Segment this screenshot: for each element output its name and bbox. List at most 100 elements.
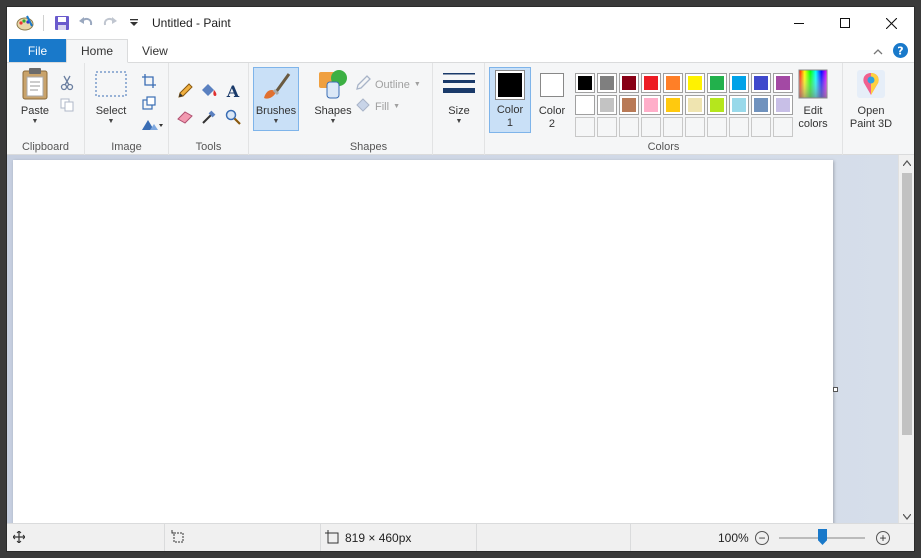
palette-swatch-fill	[578, 76, 592, 90]
palette-swatch[interactable]	[729, 117, 749, 137]
outline-button[interactable]: Outline ▼	[355, 75, 421, 94]
minimize-button[interactable]	[776, 7, 822, 39]
palette-swatch-fill	[776, 98, 790, 112]
color1-button[interactable]: Color 1	[489, 67, 531, 133]
collapse-ribbon-icon[interactable]	[873, 45, 883, 59]
brushes-dropdown-icon[interactable]: ▼	[273, 118, 280, 126]
text-tool-icon[interactable]: A	[223, 81, 243, 101]
svg-text:A: A	[226, 83, 240, 99]
paint-window: Untitled - Paint File Home View ? Paste …	[6, 6, 915, 552]
edit-colors-button[interactable]: Edit colors	[791, 67, 835, 131]
palette-swatch[interactable]	[619, 73, 639, 93]
palette-swatch[interactable]	[663, 117, 683, 137]
palette-swatch[interactable]	[773, 73, 793, 93]
palette-swatch[interactable]	[597, 117, 617, 137]
palette-swatch-fill	[644, 76, 658, 90]
palette-swatch-fill	[754, 98, 768, 112]
palette-swatch[interactable]	[663, 95, 683, 115]
color-picker-icon[interactable]	[199, 107, 219, 127]
palette-swatch[interactable]	[773, 117, 793, 137]
palette-swatch-fill	[666, 98, 680, 112]
palette-swatch[interactable]	[729, 73, 749, 93]
zoom-in-button[interactable]: +	[876, 531, 890, 545]
tab-home[interactable]: Home	[66, 39, 129, 63]
paste-dropdown-icon[interactable]: ▼	[32, 118, 39, 126]
canvas-resize-handle-right[interactable]	[833, 387, 838, 392]
resize-icon[interactable]	[139, 93, 159, 113]
tabs-right-controls: ?	[873, 43, 908, 61]
pencil-icon[interactable]	[175, 81, 195, 101]
palette-swatch[interactable]	[663, 73, 683, 93]
clipboard-group: Paste ▼ Clipboard	[7, 63, 85, 155]
canvas-size-segment: 819 × 460px	[321, 524, 477, 551]
palette-swatch[interactable]	[575, 95, 595, 115]
redo-icon[interactable]	[100, 13, 120, 33]
zoom-out-button[interactable]: −	[755, 531, 769, 545]
select-dropdown-icon[interactable]: ▼	[108, 118, 115, 126]
palette-swatch[interactable]	[685, 117, 705, 137]
palette-swatch[interactable]	[597, 95, 617, 115]
palette-swatch-fill	[622, 76, 636, 90]
palette-swatch-fill	[776, 76, 790, 90]
palette-swatch[interactable]	[751, 73, 771, 93]
fill-button[interactable]: Fill ▼	[355, 97, 400, 116]
palette-swatch[interactable]	[707, 95, 727, 115]
size-dropdown-icon[interactable]: ▼	[456, 118, 463, 126]
palette-swatch-fill	[644, 120, 658, 134]
fill-bucket-icon[interactable]	[199, 81, 219, 101]
palette-swatch-fill	[622, 120, 636, 134]
select-button[interactable]: Select ▼	[91, 67, 131, 126]
palette-swatch[interactable]	[685, 95, 705, 115]
drawing-canvas[interactable]	[13, 160, 833, 525]
palette-swatch[interactable]	[575, 73, 595, 93]
fill-label: Fill	[375, 100, 390, 113]
rotate-icon[interactable]	[139, 115, 165, 135]
shapes-button[interactable]: Shapes ▼	[311, 67, 355, 126]
tab-view[interactable]: View	[128, 39, 182, 62]
maximize-button[interactable]	[822, 7, 868, 39]
palette-swatch[interactable]	[729, 95, 749, 115]
open-paint3d-button[interactable]: Open Paint 3D	[845, 67, 897, 131]
scroll-up-icon[interactable]	[899, 155, 914, 171]
help-icon[interactable]: ?	[893, 43, 908, 61]
paint3d-group: Open Paint 3D	[843, 63, 899, 155]
scrollbar-thumb[interactable]	[902, 173, 912, 435]
copy-icon[interactable]	[57, 95, 77, 115]
brushes-button[interactable]: Brushes ▼	[253, 67, 299, 131]
shapes-dropdown-icon[interactable]: ▼	[330, 118, 337, 126]
palette-swatch[interactable]	[751, 95, 771, 115]
selection-size-icon	[171, 529, 185, 547]
vertical-scrollbar[interactable]	[898, 155, 914, 525]
palette-swatch-fill	[732, 76, 746, 90]
palette-swatch[interactable]	[773, 95, 793, 115]
palette-swatch[interactable]	[619, 95, 639, 115]
close-button[interactable]	[868, 7, 914, 39]
palette-swatch[interactable]	[751, 117, 771, 137]
eraser-icon[interactable]	[175, 107, 195, 127]
paint-app-icon[interactable]	[15, 13, 35, 33]
zoom-slider-thumb[interactable]	[818, 529, 827, 545]
selection-size-segment	[165, 524, 321, 551]
palette-swatch[interactable]	[707, 117, 727, 137]
palette-swatch[interactable]	[619, 117, 639, 137]
save-icon[interactable]	[52, 13, 72, 33]
brush-icon	[259, 69, 293, 103]
palette-swatch[interactable]	[641, 117, 661, 137]
palette-swatch[interactable]	[707, 73, 727, 93]
fill-icon	[355, 97, 371, 116]
palette-swatch[interactable]	[575, 117, 595, 137]
palette-swatch[interactable]	[641, 73, 661, 93]
paste-button[interactable]: Paste ▼	[13, 67, 57, 126]
palette-swatch[interactable]	[685, 73, 705, 93]
tab-file[interactable]: File	[9, 39, 66, 62]
undo-icon[interactable]	[76, 13, 96, 33]
palette-swatch[interactable]	[641, 95, 661, 115]
size-button[interactable]: Size ▼	[439, 67, 479, 126]
cut-icon[interactable]	[57, 73, 77, 93]
status-bar: 819 × 460px 100% − +	[7, 523, 914, 551]
customize-qat-icon[interactable]	[124, 13, 144, 33]
palette-swatch[interactable]	[597, 73, 617, 93]
magnifier-icon[interactable]	[223, 107, 243, 127]
crop-icon[interactable]	[139, 71, 159, 91]
color2-button[interactable]: Color 2	[533, 69, 571, 131]
